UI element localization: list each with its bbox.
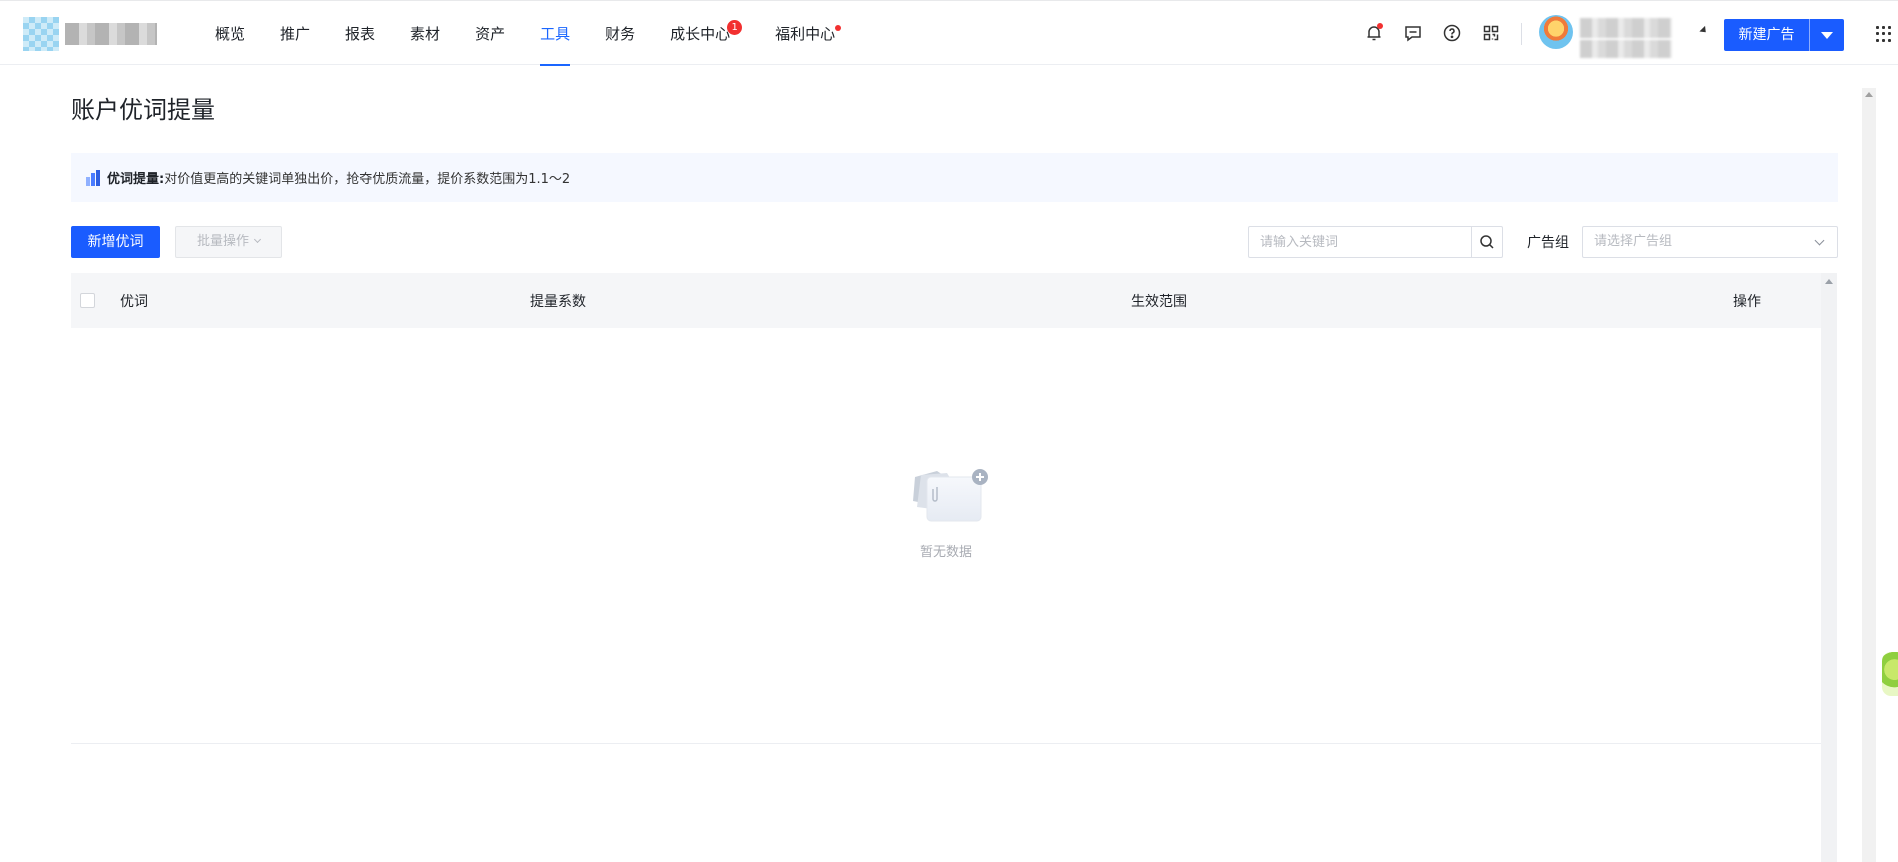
page-title: 账户优词提量 [71, 96, 215, 124]
red-dot-indicator [835, 25, 842, 31]
floating-assistant-icon[interactable] [1882, 652, 1898, 696]
search-icon [1480, 235, 1494, 249]
account-name-redacted[interactable] [1580, 18, 1672, 58]
keyword-search-input[interactable] [1249, 227, 1471, 257]
nav-item-materials[interactable]: 素材 [410, 1, 440, 66]
help-icon[interactable] [1438, 19, 1466, 47]
empty-folder-icon [913, 469, 988, 522]
bell-icon[interactable] [1360, 19, 1388, 47]
keyword-table: 优词 提量系数 生效范围 操作 暂无数据 [71, 273, 1821, 862]
column-header-actions: 操作 [1733, 294, 1761, 310]
batch-operation-dropdown[interactable]: 批量操作 [175, 226, 282, 258]
nav-item-tools[interactable]: 工具 [540, 1, 571, 66]
bar-chart-icon [86, 169, 102, 186]
scroll-up-arrow-icon[interactable] [1825, 279, 1833, 284]
divider [1521, 23, 1522, 45]
red-dot-indicator [1377, 23, 1383, 29]
new-ad-dropdown-toggle[interactable] [1810, 19, 1844, 51]
chevron-down-icon [1814, 235, 1825, 246]
batch-operation-label: 批量操作 [196, 234, 249, 249]
adgroup-select[interactable]: 请选择广告组 [1582, 226, 1838, 258]
caret-down-icon[interactable] [1699, 25, 1709, 36]
info-banner: 优词提量: 对价值更高的关键词单独出价，抢夺优质流量，提价系数范围为1.1～2 [71, 153, 1838, 202]
new-ad-button[interactable]: 新建广告 [1724, 19, 1844, 51]
nav-item-assets[interactable]: 资产 [475, 1, 505, 66]
keyword-search [1248, 226, 1503, 258]
qrcode-icon[interactable] [1477, 19, 1505, 47]
avatar[interactable] [1539, 15, 1573, 49]
table-body: 暂无数据 [71, 328, 1821, 744]
nav-item-growth-center[interactable]: 成长中心 1 [670, 1, 743, 66]
brand-logo[interactable] [23, 17, 157, 51]
logo-mark [23, 17, 59, 51]
scroll-up-arrow-icon[interactable] [1865, 92, 1873, 97]
notification-badge: 1 [727, 20, 743, 35]
table-header: 优词 提量系数 生效范围 操作 [71, 273, 1821, 328]
chevron-down-icon [253, 235, 262, 244]
add-keyword-button[interactable]: 新增优词 [71, 226, 160, 258]
caret-down-icon [1821, 31, 1833, 39]
empty-state-text: 暂无数据 [919, 545, 972, 560]
column-header-scope: 生效范围 [1131, 294, 1187, 310]
main-nav: 概览 推广 报表 素材 资产 工具 财务 成长中心 1 福利中心 [215, 1, 870, 66]
column-header-keyword: 优词 [120, 294, 148, 310]
search-button[interactable] [1471, 227, 1502, 257]
logo-wordmark [65, 23, 157, 45]
nav-item-promotion[interactable]: 推广 [280, 1, 310, 66]
nav-item-finance[interactable]: 财务 [605, 1, 635, 66]
info-banner-text: 对价值更高的关键词单独出价，抢夺优质流量，提价系数范围为1.1～2 [164, 172, 571, 187]
nav-item-benefits-center[interactable]: 福利中心 [775, 1, 842, 66]
adgroup-filter-label: 广告组 [1527, 235, 1569, 251]
info-banner-title: 优词提量: [107, 172, 165, 187]
select-all-checkbox[interactable] [80, 293, 95, 308]
table-scrollbar[interactable] [1821, 273, 1837, 862]
top-navigation-bar: 概览 推广 报表 素材 资产 工具 财务 成长中心 1 福利中心 新建广告 [0, 0, 1898, 66]
adgroup-select-placeholder: 请选择广告组 [1594, 234, 1673, 249]
empty-state: 暂无数据 [71, 463, 1821, 560]
app-grid-icon[interactable] [1876, 26, 1892, 42]
nav-item-reports[interactable]: 报表 [345, 1, 375, 66]
nav-item-overview[interactable]: 概览 [215, 1, 245, 66]
header-tools [1360, 19, 1516, 47]
message-icon[interactable] [1399, 19, 1427, 47]
new-ad-label[interactable]: 新建广告 [1724, 19, 1810, 51]
page-scrollbar[interactable] [1862, 88, 1876, 862]
column-header-coefficient: 提量系数 [530, 294, 586, 310]
